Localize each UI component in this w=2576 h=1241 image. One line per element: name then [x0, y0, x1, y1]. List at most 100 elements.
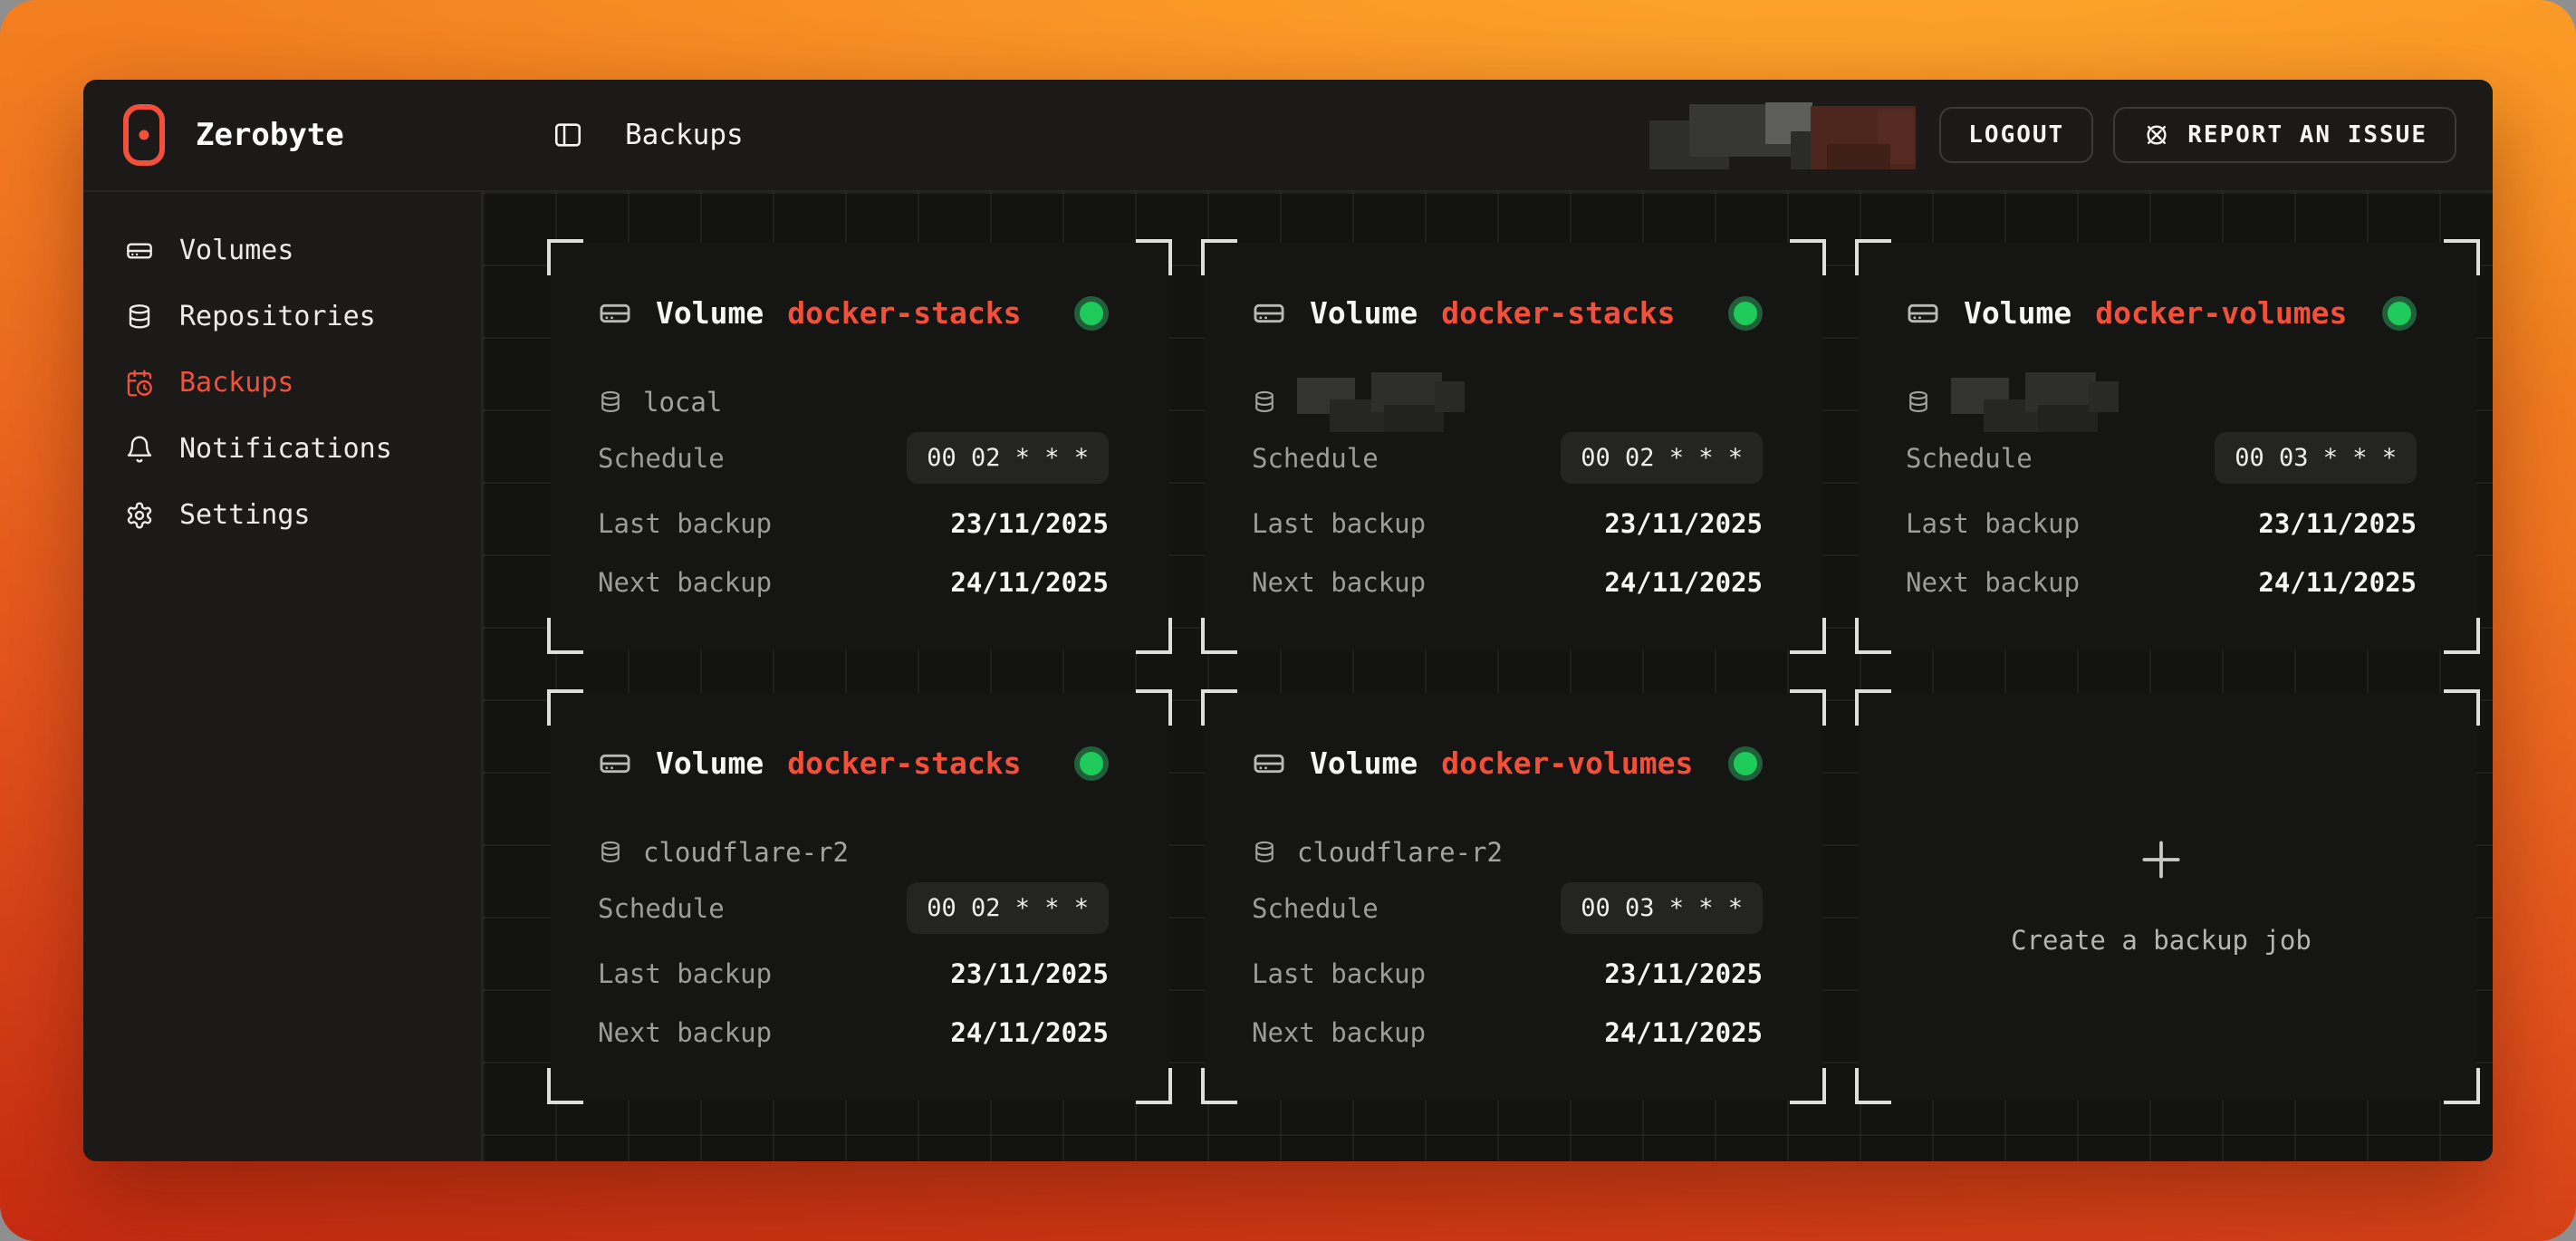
last-backup-date: 23/11/2025 — [950, 508, 1109, 539]
corner-bracket — [547, 1068, 583, 1104]
last-backup-row: Last backup 23/11/2025 — [1252, 955, 1763, 993]
card-header: Volume docker-stacks — [1252, 295, 1763, 331]
volume-label: Volume — [1964, 295, 2071, 331]
backup-job-card[interactable]: Volume docker-volumes Schedule 00 03 * *… — [1859, 243, 2476, 650]
last-backup-row: Last backup 23/11/2025 — [1252, 505, 1763, 543]
next-backup-row: Next backup 24/11/2025 — [1906, 563, 2417, 601]
corner-bracket — [1790, 239, 1826, 275]
database-icon — [598, 840, 623, 865]
sidebar-item-repositories[interactable]: Repositories — [83, 284, 481, 350]
volume-label: Volume — [656, 295, 764, 331]
card-stats: Schedule 00 02 * * * Last backup 23/11/2… — [1252, 432, 1763, 601]
schedule-row: Schedule 00 02 * * * — [598, 432, 1109, 484]
next-backup-label: Next backup — [1252, 1017, 1426, 1048]
app-window: Zerobyte Backups LOGOUT — [83, 80, 2493, 1161]
next-backup-label: Next backup — [1906, 567, 2080, 598]
next-backup-label: Next backup — [598, 567, 772, 598]
schedule-row: Schedule 00 02 * * * — [598, 882, 1109, 934]
backup-job-card[interactable]: Volume docker-volumes cloudflare-r2 Sche… — [1205, 693, 1822, 1101]
last-backup-row: Last backup 23/11/2025 — [1906, 505, 2417, 543]
sidebar-item-label: Settings — [179, 499, 311, 531]
create-backup-job-card[interactable]: Create a backup job — [1859, 693, 2476, 1101]
sidebar-item-label: Repositories — [179, 301, 376, 332]
database-icon — [1252, 840, 1277, 865]
sidebar-item-backups[interactable]: Backups — [83, 350, 481, 416]
page-header: Backups — [483, 119, 744, 151]
last-backup-row: Last backup 23/11/2025 — [598, 955, 1109, 993]
last-backup-label: Last backup — [598, 958, 772, 989]
next-backup-row: Next backup 24/11/2025 — [598, 1014, 1109, 1052]
corner-bracket — [2444, 239, 2480, 275]
sidebar-item-label: Volumes — [179, 235, 293, 266]
sidebar-item-notifications[interactable]: Notifications — [83, 416, 481, 482]
create-backup-job-label: Create a backup job — [2011, 925, 2312, 956]
hard-drive-icon — [1252, 746, 1286, 781]
sidebar-item-volumes[interactable]: Volumes — [83, 217, 481, 284]
hard-drive-icon — [125, 236, 154, 265]
corner-bracket — [1201, 1068, 1237, 1104]
corner-bracket — [547, 239, 583, 275]
corner-bracket — [2444, 1068, 2480, 1104]
volume-name: docker-stacks — [787, 295, 1021, 331]
sidebar-item-settings[interactable]: Settings — [83, 482, 481, 548]
volume-label: Volume — [1310, 295, 1418, 331]
repository-row — [1252, 372, 1763, 432]
backup-job-card[interactable]: Volume docker-stacks Schedule 00 02 * * … — [1205, 243, 1822, 650]
card-stats: Schedule 00 02 * * * Last backup 23/11/2… — [598, 882, 1109, 1052]
last-backup-date: 23/11/2025 — [950, 958, 1109, 989]
repository-name: local — [643, 387, 722, 418]
repository-name: cloudflare-r2 — [1297, 837, 1503, 868]
card-header: Volume docker-volumes — [1252, 746, 1763, 781]
cron-schedule-badge: 00 02 * * * — [907, 432, 1109, 484]
next-backup-date: 24/11/2025 — [1604, 567, 1763, 598]
schedule-row: Schedule 00 02 * * * — [1252, 432, 1763, 484]
corner-bracket — [1136, 689, 1172, 726]
card-header: Volume docker-volumes — [1906, 295, 2417, 331]
backup-job-card[interactable]: Volume docker-stacks local Schedule 00 0… — [551, 243, 1168, 650]
corner-bracket — [1136, 1068, 1172, 1104]
cron-schedule-badge: 00 02 * * * — [907, 882, 1109, 934]
last-backup-row: Last backup 23/11/2025 — [598, 505, 1109, 543]
schedule-label: Schedule — [598, 893, 725, 924]
card-header: Volume docker-stacks — [598, 295, 1109, 331]
volume-name: docker-stacks — [1441, 295, 1675, 331]
corner-bracket — [1855, 239, 1891, 275]
corner-bracket — [1790, 618, 1826, 654]
card-stats: Schedule 00 03 * * * Last backup 23/11/2… — [1252, 882, 1763, 1052]
status-dot-healthy — [1728, 746, 1763, 781]
status-dot-healthy — [1074, 746, 1109, 781]
last-backup-date: 23/11/2025 — [1604, 508, 1763, 539]
status-dot-healthy — [2382, 296, 2417, 331]
main-content: Volume docker-stacks local Schedule 00 0… — [483, 192, 2493, 1161]
last-backup-label: Last backup — [1906, 508, 2080, 539]
repository-row: cloudflare-r2 — [1252, 823, 1763, 882]
backup-job-card[interactable]: Volume docker-stacks cloudflare-r2 Sched… — [551, 693, 1168, 1101]
corner-bracket — [1790, 689, 1826, 726]
cron-schedule-badge: 00 02 * * * — [1561, 432, 1763, 484]
corner-bracket — [1201, 689, 1237, 726]
panel-left-icon[interactable] — [553, 120, 583, 150]
report-issue-label: REPORT AN ISSUE — [2187, 121, 2427, 149]
hard-drive-icon — [1906, 296, 1940, 331]
redacted-user-info — [1649, 101, 1912, 169]
corner-bracket — [547, 618, 583, 654]
database-icon — [125, 303, 154, 332]
last-backup-label: Last backup — [598, 508, 772, 539]
corner-bracket — [2444, 689, 2480, 726]
corner-bracket — [1136, 239, 1172, 275]
calendar-clock-icon — [125, 369, 154, 398]
volume-label: Volume — [656, 746, 764, 781]
schedule-row: Schedule 00 03 * * * — [1252, 882, 1763, 934]
next-backup-row: Next backup 24/11/2025 — [1252, 563, 1763, 601]
volume-name: docker-stacks — [787, 746, 1021, 781]
report-issue-button[interactable]: REPORT AN ISSUE — [2113, 107, 2456, 163]
volume-name: docker-volumes — [2095, 295, 2347, 331]
schedule-label: Schedule — [598, 443, 725, 474]
sidebar-item-label: Backups — [179, 367, 293, 399]
schedule-row: Schedule 00 03 * * * — [1906, 432, 2417, 484]
zerobyte-logo-icon — [123, 104, 165, 166]
app-body: Volumes Repositories B — [83, 192, 2493, 1161]
page-title: Backups — [625, 119, 744, 151]
logout-button[interactable]: LOGOUT — [1939, 107, 2093, 163]
status-dot-healthy — [1728, 296, 1763, 331]
